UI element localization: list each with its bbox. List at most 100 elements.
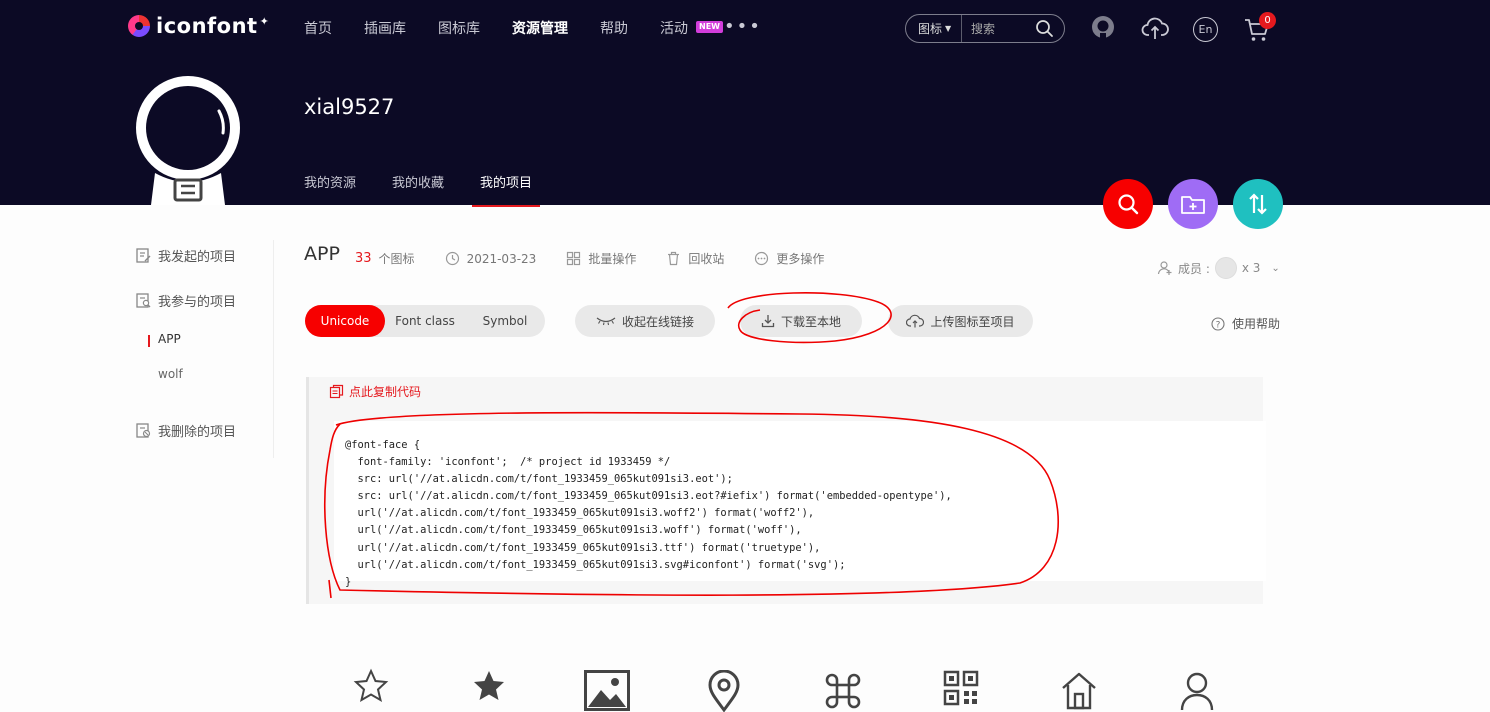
project-title: APP bbox=[304, 243, 340, 265]
more-circle-icon bbox=[755, 251, 769, 266]
home-icon[interactable] bbox=[1060, 670, 1098, 712]
eye-closed-icon bbox=[596, 317, 616, 326]
batch-operation-button[interactable]: 批量操作 bbox=[566, 250, 636, 267]
qr-code-icon[interactable] bbox=[943, 670, 979, 710]
sort-arrows-icon bbox=[1249, 193, 1267, 215]
star-filled-icon[interactable] bbox=[470, 666, 508, 706]
sidebar-joined-projects[interactable]: 我参与的项目 bbox=[135, 290, 275, 310]
collapse-online-link-button[interactable]: 收起在线链接 bbox=[575, 305, 715, 337]
logo-sparkle-icon: ✦ bbox=[259, 14, 269, 28]
nav-illustrations[interactable]: 插画库 bbox=[364, 18, 406, 38]
tab-my-favorites[interactable]: 我的收藏 bbox=[392, 172, 444, 207]
nav-icon-library[interactable]: 图标库 bbox=[438, 18, 480, 38]
icon-preview-row bbox=[0, 666, 1490, 712]
code-panel: 点此复制代码 @font-face { font-family: 'iconfo… bbox=[306, 377, 1266, 604]
project-date-label: 2021-03-23 bbox=[466, 251, 537, 266]
recycle-bin-label: 回收站 bbox=[688, 252, 725, 266]
members-label: 成员 : bbox=[1178, 261, 1210, 276]
collapse-online-link-label: 收起在线链接 bbox=[621, 314, 694, 329]
profile-avatar bbox=[135, 73, 241, 205]
tab-my-resources[interactable]: 我的资源 bbox=[304, 172, 356, 207]
member-avatar bbox=[1214, 257, 1237, 279]
upload-to-project-label: 上传图标至项目 bbox=[930, 314, 1015, 329]
project-date: 2021-03-23 bbox=[445, 251, 537, 266]
recycle-bin-button[interactable]: 回收站 bbox=[666, 250, 724, 267]
new-folder-fab-button[interactable] bbox=[1168, 179, 1218, 229]
nav-home[interactable]: 首页 bbox=[304, 18, 332, 38]
search-icon bbox=[1118, 194, 1139, 215]
usage-help-label: 使用帮助 bbox=[1232, 317, 1281, 331]
project-sidebar: 我发起的项目 我参与的项目 APP wolf 我删除的项目 bbox=[135, 245, 275, 440]
search-type-label: 图标 bbox=[918, 22, 943, 36]
font-face-code: @font-face { font-family: 'iconfont'; /*… bbox=[345, 439, 952, 588]
trash-icon bbox=[668, 251, 680, 266]
profile-tabs: 我的资源 我的收藏 我的项目 bbox=[304, 172, 568, 207]
search-type-select[interactable]: 图标 ▼ bbox=[906, 15, 962, 42]
download-local-label: 下载至本地 bbox=[780, 314, 841, 329]
search-fab-button[interactable] bbox=[1103, 179, 1153, 229]
sidebar-initiated-projects[interactable]: 我发起的项目 bbox=[135, 245, 275, 265]
iconfont-logo[interactable]: iconfont ✦ bbox=[128, 14, 269, 38]
user-avatar-icon[interactable] bbox=[1090, 14, 1116, 46]
copy-code-label: 点此复制代码 bbox=[349, 385, 422, 399]
sidebar-divider bbox=[273, 240, 274, 458]
document-edit-icon bbox=[136, 247, 151, 263]
more-operations-label: 更多操作 bbox=[776, 252, 825, 266]
sidebar-deleted-label: 我删除的项目 bbox=[158, 424, 237, 440]
cart-count-badge: 0 bbox=[1259, 12, 1276, 29]
language-toggle[interactable]: En bbox=[1193, 17, 1218, 42]
user-icon[interactable] bbox=[1179, 670, 1215, 712]
project-meta: 33 个图标 2021-03-23 批量操作 回收站 更多操作 bbox=[355, 250, 824, 267]
chevron-down-icon: ⌄ bbox=[1271, 262, 1280, 274]
nav-more-button[interactable]: ••• bbox=[724, 16, 762, 37]
download-icon bbox=[761, 315, 775, 328]
star-outline-icon[interactable] bbox=[352, 666, 390, 706]
svg-text:?: ? bbox=[1216, 320, 1221, 330]
command-icon[interactable] bbox=[824, 672, 862, 710]
profile-username: xial9527 bbox=[304, 95, 395, 119]
upload-to-project-button[interactable]: 上传图标至项目 bbox=[888, 305, 1033, 337]
search-bar: 图标 ▼ bbox=[905, 14, 1065, 43]
clock-icon bbox=[445, 251, 459, 266]
sidebar-deleted-projects[interactable]: 我删除的项目 bbox=[135, 420, 275, 440]
document-delete-icon bbox=[136, 422, 151, 438]
icon-count-unit: 个图标 bbox=[378, 252, 415, 266]
usage-help-link[interactable]: ? 使用帮助 bbox=[1211, 315, 1280, 332]
sidebar-project-app[interactable]: APP bbox=[135, 332, 275, 350]
upload-cloud-icon bbox=[906, 314, 925, 328]
chevron-down-icon: ▼ bbox=[945, 24, 952, 33]
search-input[interactable] bbox=[971, 21, 1035, 36]
image-icon[interactable] bbox=[584, 670, 630, 712]
nav-activities-label: 活动 bbox=[660, 21, 688, 37]
nav-activities[interactable]: 活动 NEW bbox=[660, 18, 723, 38]
copy-icon bbox=[329, 384, 344, 399]
mode-symbol-button[interactable]: Symbol bbox=[465, 305, 545, 337]
sort-fab-button[interactable] bbox=[1233, 179, 1283, 229]
logo-mark-icon bbox=[128, 15, 150, 37]
tab-my-projects[interactable]: 我的项目 bbox=[472, 172, 541, 207]
download-local-button[interactable]: 下载至本地 bbox=[740, 305, 862, 337]
mode-font-class-button[interactable]: Font class bbox=[385, 305, 465, 337]
copy-code-link[interactable]: 点此复制代码 bbox=[329, 383, 421, 400]
project-members[interactable]: 成员 : x 3 ⌄ bbox=[1157, 257, 1280, 279]
search-icon[interactable] bbox=[1035, 19, 1054, 42]
nav-help[interactable]: 帮助 bbox=[600, 18, 628, 38]
document-search-icon bbox=[136, 292, 151, 308]
code-block: @font-face { font-family: 'iconfont'; /*… bbox=[334, 421, 1266, 588]
folder-add-icon bbox=[1181, 196, 1205, 214]
more-operations-button[interactable]: 更多操作 bbox=[754, 250, 824, 267]
main-nav: 首页 插画库 图标库 资源管理 帮助 活动 NEW ••• bbox=[304, 16, 762, 38]
new-badge: NEW bbox=[696, 21, 723, 33]
location-pin-icon[interactable] bbox=[707, 670, 741, 712]
nav-resource-management[interactable]: 资源管理 bbox=[512, 18, 568, 38]
logo-text: iconfont bbox=[156, 14, 258, 38]
grid-icon bbox=[567, 251, 581, 266]
sidebar-initiated-label: 我发起的项目 bbox=[158, 249, 237, 265]
batch-operation-label: 批量操作 bbox=[588, 252, 637, 266]
icon-count: 33 bbox=[355, 251, 372, 266]
top-header: iconfont ✦ 首页 插画库 图标库 资源管理 帮助 活动 NEW •••… bbox=[0, 0, 1490, 207]
mode-unicode-button[interactable]: Unicode bbox=[305, 305, 385, 337]
sidebar-project-wolf[interactable]: wolf bbox=[135, 367, 275, 385]
upload-cloud-icon[interactable] bbox=[1141, 14, 1169, 46]
members-count: x 3 bbox=[1241, 261, 1261, 275]
